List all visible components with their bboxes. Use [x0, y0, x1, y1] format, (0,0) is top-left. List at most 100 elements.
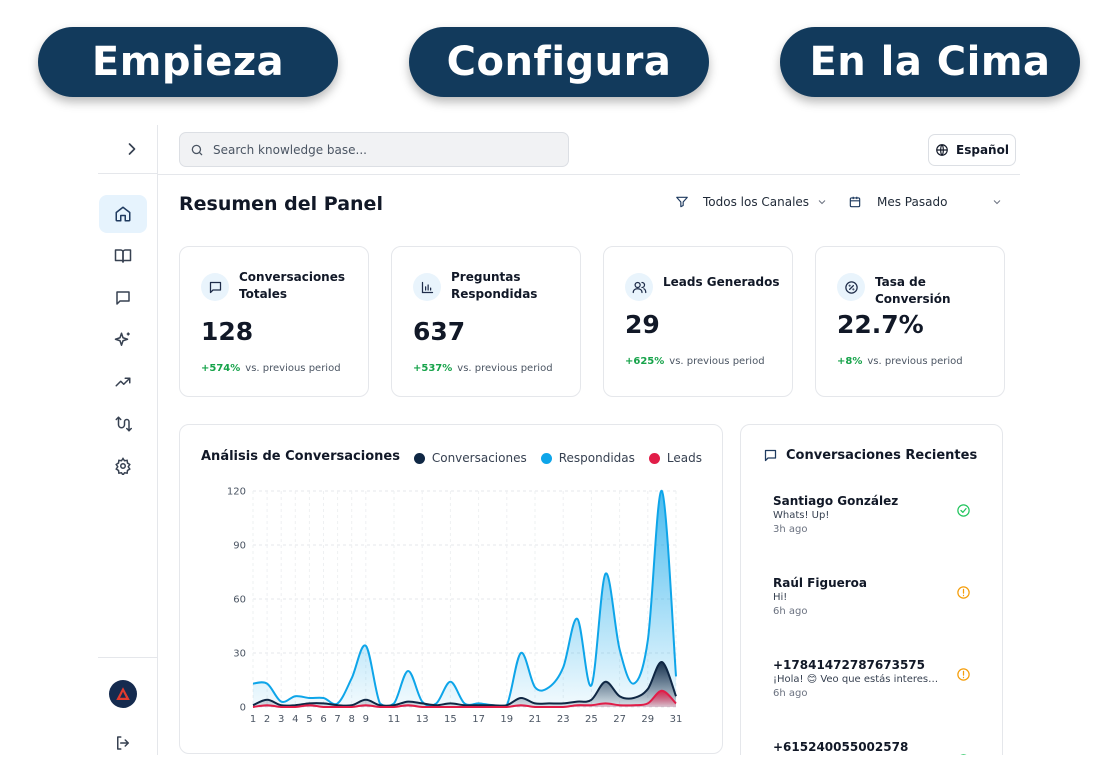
stat-delta: +8% vs. previous period — [837, 356, 963, 367]
conversation-item[interactable]: Raúl Figueroa Hi! 6h ago — [773, 575, 983, 619]
channel-filter[interactable]: Todos los Canales — [675, 195, 828, 209]
stat-card-conversion: Tasa de Conversión 22.7% +8% vs. previous… — [815, 246, 1005, 397]
x-tick-label: 5 — [306, 714, 312, 725]
x-tick-label: 3 — [278, 714, 284, 725]
filter-icon — [676, 196, 688, 208]
conversation-item[interactable]: +615240055002578 — [773, 739, 983, 755]
conversation-name: Raúl Figueroa — [773, 576, 868, 590]
home-icon — [115, 206, 131, 222]
pill-empieza[interactable]: Empieza — [38, 27, 338, 97]
y-tick-label: 60 — [233, 595, 246, 606]
bar-chart-icon — [413, 273, 441, 301]
legend-label: Leads — [666, 451, 702, 465]
message-icon — [201, 273, 229, 301]
x-tick-label: 15 — [444, 714, 457, 725]
book-icon — [114, 249, 132, 263]
legend-respondidas[interactable]: Respondidas — [540, 451, 635, 465]
route-icon — [115, 416, 132, 432]
message-icon — [764, 449, 777, 462]
avatar[interactable] — [109, 680, 137, 708]
y-tick-label: 90 — [233, 541, 246, 552]
y-tick-label: 30 — [233, 649, 246, 660]
conversation-name: +615240055002578 — [773, 740, 909, 754]
x-tick-label: 25 — [585, 714, 598, 725]
sidebar-item-ai[interactable] — [99, 321, 147, 359]
message-icon — [116, 291, 130, 305]
top-bar: Español — [158, 125, 1020, 175]
stat-value: 128 — [201, 317, 254, 346]
stat-card-answered: Preguntas Respondidas 637 +537% vs. previ… — [391, 246, 581, 397]
conversation-time: 6h ago — [773, 606, 808, 617]
stat-label: Tasa de Conversión — [875, 275, 951, 306]
recent-title: Conversaciones Recientes — [763, 448, 977, 463]
x-tick-label: 11 — [388, 714, 401, 725]
stat-card-leads: Leads Generados 29 +625% vs. previous per… — [603, 246, 793, 397]
period-filter-label: Mes Pasado — [877, 195, 948, 209]
logout-icon[interactable] — [114, 734, 132, 752]
sparkles-icon — [114, 332, 130, 346]
sidebar-item-integrations[interactable] — [99, 405, 147, 443]
language-button[interactable]: Español — [928, 134, 1016, 166]
conversation-message: Whats! Up! — [773, 510, 830, 521]
chevron-right-icon[interactable] — [122, 139, 142, 159]
calendar-icon — [849, 196, 861, 208]
chart-legend: Conversaciones Respondidas Leads — [400, 451, 702, 465]
y-tick-label: 120 — [227, 487, 246, 498]
x-tick-label: 13 — [416, 714, 429, 725]
settings-icon — [115, 457, 131, 475]
sidebar-divider — [98, 173, 158, 174]
x-tick-label: 29 — [641, 714, 654, 725]
sidebar-item-messages[interactable] — [99, 279, 147, 317]
sidebar-divider-bottom — [98, 657, 158, 658]
conversation-item[interactable]: Santiago González Whats! Up! 3h ago — [773, 493, 983, 537]
trending-up-icon — [115, 377, 131, 387]
x-tick-label: 9 — [363, 714, 369, 725]
stat-value: 29 — [625, 310, 660, 339]
conversation-time: 3h ago — [773, 524, 808, 535]
stat-delta: +574% vs. previous period — [201, 363, 341, 374]
conversation-item[interactable]: +17841472787673575 ¡Hola! 😊 Veo que está… — [773, 657, 983, 701]
brand-logo-icon — [116, 687, 130, 700]
stat-delta: +537% vs. previous period — [413, 363, 553, 374]
legend-conversaciones[interactable]: Conversaciones — [413, 451, 527, 465]
chevron-down-icon — [818, 200, 826, 205]
legend-dot — [540, 452, 552, 464]
search-box[interactable] — [179, 132, 569, 167]
x-tick-label: 19 — [500, 714, 513, 725]
sidebar — [98, 125, 158, 755]
stat-value: 22.7% — [837, 310, 924, 339]
period-filter[interactable]: Mes Pasado — [848, 195, 1003, 209]
conversation-message: ¡Hola! 😊 Veo que estás interesa... — [773, 674, 943, 685]
alert-circle-icon — [957, 586, 970, 599]
x-tick-label: 1 — [250, 714, 256, 725]
globe-icon — [936, 144, 948, 156]
legend-leads[interactable]: Leads — [648, 451, 702, 465]
search-icon — [191, 144, 203, 155]
pill-en-la-cima[interactable]: En la Cima — [780, 27, 1080, 97]
stat-label: Preguntas Respondidas — [451, 270, 538, 301]
legend-label: Respondidas — [558, 451, 635, 465]
channel-filter-label: Todos los Canales — [703, 195, 810, 209]
x-tick-label: 6 — [320, 714, 326, 725]
x-tick-label: 21 — [529, 714, 542, 725]
x-tick-label: 8 — [349, 714, 355, 725]
conversation-analysis-chart: 03060901201 2 3 4 5 6 7 8 9 11 13 15 17 19 21 23 25 27 29 3… — [227, 487, 682, 726]
sidebar-item-analytics[interactable] — [99, 363, 147, 401]
x-tick-label: 4 — [292, 714, 298, 725]
legend-dot — [413, 452, 425, 464]
sidebar-item-settings[interactable] — [99, 447, 147, 485]
chevron-down-icon — [994, 200, 1001, 205]
sidebar-item-home[interactable] — [99, 195, 147, 233]
stat-delta: +625% vs. previous period — [625, 356, 765, 367]
alert-circle-icon — [957, 668, 970, 681]
conversation-message: Hi! — [773, 592, 788, 603]
x-tick-label: 17 — [472, 714, 485, 725]
x-tick-label: 2 — [264, 714, 270, 725]
percent-icon — [837, 273, 865, 301]
x-tick-label: 23 — [557, 714, 570, 725]
pill-configura[interactable]: Configura — [409, 27, 709, 97]
search-input[interactable] — [213, 142, 553, 157]
conversation-analysis-panel: 0 30 60 90 120 1 2 3 4 5 6 7 8 9 11 13 15 17 19 21 23 25 27 29 3… — [179, 424, 723, 754]
sidebar-item-knowledge[interactable] — [99, 237, 147, 275]
conversation-name: +17841472787673575 — [773, 658, 925, 672]
